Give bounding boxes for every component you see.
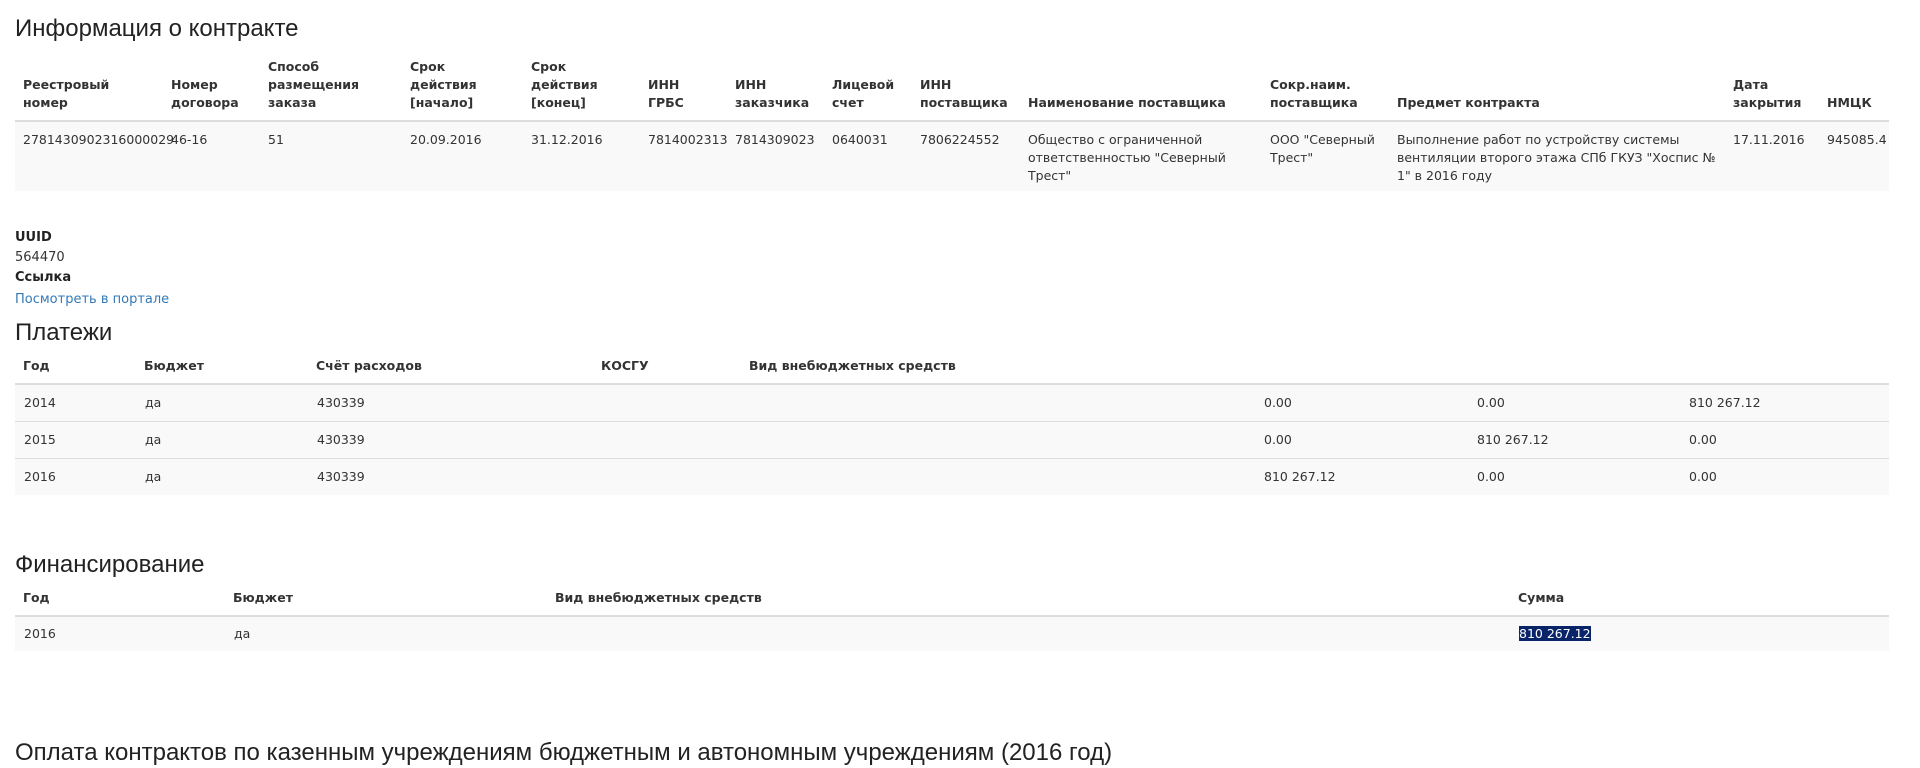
col-sum: Сумма — [1510, 588, 1889, 617]
contract-subject: Выполнение работ по устройству системы в… — [1397, 132, 1716, 183]
col-amount-3 — [1680, 356, 1889, 385]
contract-number: 46-16 — [171, 132, 208, 147]
contract-page: Информация о контракте Реестровый номер … — [15, 0, 1889, 651]
col-subject: Предмет контракта — [1389, 58, 1725, 122]
budget: да — [145, 395, 162, 410]
term-end: 31.12.2016 — [531, 132, 603, 147]
portal-link[interactable]: Посмотреть в портале — [15, 290, 169, 310]
inn-supplier: 7806224552 — [920, 132, 1000, 147]
payments-table-header: Год Бюджет Счёт расходов КОСГУ Вид внебю… — [15, 356, 1889, 385]
table-row: 2014 да 430339 0.00 0.00 810 267.12 — [15, 384, 1889, 422]
uuid-value: 564470 — [15, 250, 65, 265]
col-nmck: НМЦК — [1819, 58, 1889, 122]
term-start: 20.09.2016 — [410, 132, 482, 147]
registry-number: 2781430902316000029 — [23, 132, 175, 147]
col-supplier-short: Сокр.наим. поставщика — [1262, 58, 1389, 122]
supplier-short: ООО "Северный Трест" — [1270, 132, 1375, 165]
col-amount-1 — [1255, 356, 1468, 385]
financing-table-header: Год Бюджет Вид внебюджетных средств Сумм… — [15, 588, 1889, 617]
sum: 810 267.12 — [1510, 616, 1889, 651]
amount-3: 810 267.12 — [1689, 395, 1761, 410]
extrabudget-type — [741, 421, 1255, 459]
year: 2015 — [15, 421, 136, 459]
year: 2016 — [15, 458, 136, 495]
budget: да — [234, 626, 251, 641]
year: 2014 — [24, 395, 56, 410]
contract-section-title: Информация о контракте — [15, 15, 299, 42]
col-inn-supplier: ИНН поставщика — [912, 58, 1020, 122]
amount-1: 0.00 — [1255, 421, 1468, 459]
budget: да — [136, 458, 308, 495]
table-row: 2781430902316000029 46-16 51 20.09.2016 … — [15, 121, 1889, 191]
uuid-label: UUID — [15, 230, 52, 245]
table-row: 2016 да 810 267.12 — [15, 616, 1889, 651]
col-placement-method: Способ размещения заказа — [260, 58, 402, 122]
kosgu — [593, 458, 741, 495]
col-term-end: Срок действия [конец] — [523, 58, 640, 122]
col-contract-number: Номер договора — [163, 58, 260, 122]
financing-table: Год Бюджет Вид внебюджетных средств Сумм… — [15, 588, 1889, 651]
amount-1: 0.00 — [1264, 395, 1292, 410]
nmck: 945085.4 — [1827, 132, 1887, 147]
col-amount-2 — [1468, 356, 1680, 385]
col-extrabudget-type: Вид внебюджетных средств — [741, 356, 1255, 385]
col-year: Год — [15, 588, 225, 617]
budget: да — [136, 421, 308, 459]
meta-block: UUID 564470 Ссылка Посмотреть в портале — [15, 228, 1889, 310]
col-inn-customer: ИНН заказчика — [727, 58, 824, 122]
col-kosgu: КОСГУ — [593, 356, 741, 385]
col-extrabudget-type: Вид внебюджетных средств — [547, 588, 1510, 617]
col-year: Год — [15, 356, 136, 385]
year: 2016 — [24, 626, 56, 641]
col-inn-grbs: ИНН ГРБС — [640, 58, 727, 122]
col-close-date: Дата закрытия — [1725, 58, 1819, 122]
amount-2: 0.00 — [1477, 395, 1505, 410]
contract-table: Реестровый номер Номер договора Способ р… — [15, 58, 1889, 191]
extrabudget-type — [547, 616, 1510, 651]
table-row: 2016 да 430339 810 267.12 0.00 0.00 — [15, 458, 1889, 495]
extrabudget-type — [741, 384, 1255, 422]
amount-2: 0.00 — [1468, 458, 1680, 495]
expense-account: 430339 — [317, 395, 365, 410]
col-supplier-name: Наименование поставщика — [1020, 58, 1262, 122]
bottom-section-title: Оплата контрактов по казенным учреждения… — [15, 739, 1113, 766]
supplier-name: Общество с ограниченной ответственностью… — [1028, 132, 1226, 183]
col-budget: Бюджет — [225, 588, 547, 617]
expense-account: 430339 — [308, 421, 593, 459]
amount-1: 810 267.12 — [1255, 458, 1468, 495]
contract-table-header: Реестровый номер Номер договора Способ р… — [15, 58, 1889, 122]
col-account: Лицевой счет — [824, 58, 912, 122]
placement-method: 51 — [268, 132, 284, 147]
payments-section-title: Платежи — [15, 319, 113, 346]
col-registry-number: Реестровый номер — [15, 58, 163, 122]
extrabudget-type — [741, 458, 1255, 495]
expense-account: 430339 — [308, 458, 593, 495]
payments-table: Год Бюджет Счёт расходов КОСГУ Вид внебю… — [15, 356, 1889, 495]
amount-2: 810 267.12 — [1468, 421, 1680, 459]
inn-grbs: 7814002313 — [648, 132, 728, 147]
link-label: Ссылка — [15, 270, 72, 285]
table-row: 2015 да 430339 0.00 810 267.12 0.00 — [15, 421, 1889, 459]
col-term-start: Срок действия [начало] — [402, 58, 523, 122]
kosgu — [593, 384, 741, 422]
inn-customer: 7814309023 — [735, 132, 815, 147]
amount-3: 0.00 — [1680, 421, 1889, 459]
col-budget: Бюджет — [136, 356, 308, 385]
col-expense-account: Счёт расходов — [308, 356, 593, 385]
amount-3: 0.00 — [1680, 458, 1889, 495]
account: 0640031 — [832, 132, 888, 147]
close-date: 17.11.2016 — [1733, 132, 1805, 147]
financing-section-title: Финансирование — [15, 551, 205, 578]
kosgu — [593, 421, 741, 459]
selected-sum-text[interactable]: 810 267.12 — [1519, 626, 1591, 641]
